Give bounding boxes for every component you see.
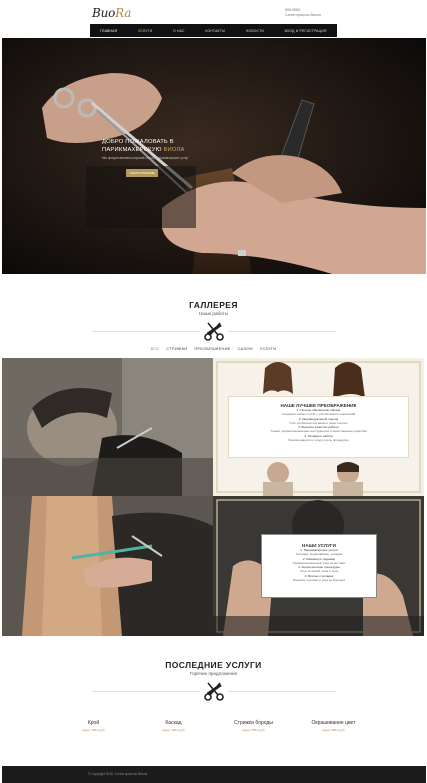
hero-title-line1: Добро пожаловать в xyxy=(102,139,174,145)
services-subtitle: Горячие предложения xyxy=(189,671,238,676)
hero-title: Добро пожаловать в парикмахерскую Виола xyxy=(102,139,222,154)
makeover-info-card: НАШЕ ЛУЧШЕЕ ПРЕОБРАЖЕНИЕ 1. Полное обнов… xyxy=(228,396,409,458)
footer-copyright: © Copyright 2016. Салон красоты Виола xyxy=(88,772,148,776)
gallery-subtitle: Наши работы xyxy=(198,311,228,316)
nav-item-login[interactable]: Вход и регистрация xyxy=(285,29,327,33)
site-logo[interactable]: BuoRa xyxy=(92,6,131,20)
services-card-line: Мужские стрижки и уход за бородой xyxy=(293,578,345,583)
nav-item-contacts[interactable]: Контакты xyxy=(205,29,225,33)
service-price: Цена: 600.0 руб xyxy=(322,728,345,732)
service-item[interactable]: Стрижка бороды Цена: 250.0 руб xyxy=(228,720,280,732)
gallery-tile-services[interactable]: НАШИ УСЛУГИ 1. Парикмахерские услуги Стр… xyxy=(213,496,424,636)
gallery-divider-right xyxy=(228,331,336,332)
nav-item-services[interactable]: Услуги xyxy=(138,29,152,33)
gallery-filters: Все Стрижки Преображение Салон Услуги xyxy=(0,346,427,351)
service-item[interactable]: Крой Цена: 300.0 руб xyxy=(68,720,120,732)
service-name: Каскад xyxy=(165,720,182,726)
service-price: Цена: 400.0 руб xyxy=(162,728,185,732)
service-price: Цена: 250.0 руб xyxy=(242,728,265,732)
nav-item-about[interactable]: О нас xyxy=(173,29,185,33)
gallery-tile-haircut[interactable] xyxy=(2,496,213,636)
makeover-card-line: Рекомендации по уходу после процедуры xyxy=(288,438,349,443)
services-title: ПОСЛЕДНИЕ УСЛУГИ xyxy=(165,660,262,670)
services-info-card: НАШИ УСЛУГИ 1. Парикмахерские услуги Стр… xyxy=(261,534,377,598)
filter-haircuts[interactable]: Стрижки xyxy=(166,346,187,351)
hero-image xyxy=(2,38,426,274)
service-name: Окрашивание цвет xyxy=(311,720,356,726)
service-name: Крой xyxy=(87,720,100,726)
filter-all[interactable]: Все xyxy=(151,346,160,351)
hero-title-main: парикмахерскую xyxy=(102,146,162,153)
scissors-comb-icon xyxy=(204,682,224,701)
filter-salon[interactable]: Салон xyxy=(238,346,253,351)
logo-main-text: Buo xyxy=(92,6,116,20)
filter-makeover[interactable]: Преображение xyxy=(194,346,230,351)
gallery-title: ГАЛЛЕРЕЯ xyxy=(189,300,238,310)
hero-subtitle: Мы предоставляем широкий спектр парикмах… xyxy=(102,156,189,160)
logo-accent-text: Ra xyxy=(115,6,132,20)
scissors-comb-icon xyxy=(204,322,224,341)
service-item[interactable]: Окрашивание цвет Цена: 600.0 руб xyxy=(308,720,360,732)
header-contact-line: Салон красоты Виола xyxy=(285,13,321,17)
header-contact: 555-5555 Салон красоты Виола xyxy=(285,8,321,18)
filter-services[interactable]: Услуги xyxy=(260,346,277,351)
site-header: BuoRa 555-5555 Салон красоты Виола Главн… xyxy=(0,0,427,38)
hero-title-accent: Виола xyxy=(163,146,185,153)
latest-services-list: Крой Цена: 300.0 руб Каскад Цена: 400.0 … xyxy=(0,720,427,732)
nav-item-news[interactable]: Новости xyxy=(246,29,264,33)
service-name: Стрижка бороды xyxy=(234,720,273,726)
main-nav: Главная Услуги О нас Контакты Новости Вх… xyxy=(90,24,337,37)
services-divider-right xyxy=(228,691,336,692)
hero-learn-more-button[interactable]: Узнать больше xyxy=(126,169,158,177)
service-price: Цена: 300.0 руб xyxy=(82,728,105,732)
gallery-tile-makeover[interactable]: НАШЕ ЛУЧШЕЕ ПРЕОБРАЖЕНИЕ 1. Полное обнов… xyxy=(213,358,424,496)
service-item[interactable]: Каскад Цена: 400.0 руб xyxy=(148,720,200,732)
hero-title-line2: парикмахерскую Виола xyxy=(102,147,222,155)
nav-item-home[interactable]: Главная xyxy=(100,29,117,33)
gallery-image-barber xyxy=(2,358,213,496)
services-divider-left xyxy=(92,691,200,692)
hero-banner xyxy=(2,38,426,274)
gallery-divider-left xyxy=(92,331,200,332)
site-footer: © Copyright 2016. Салон красоты Виола xyxy=(2,766,426,783)
gallery-tile-barber[interactable] xyxy=(2,358,213,496)
gallery-image-haircut xyxy=(2,496,213,636)
